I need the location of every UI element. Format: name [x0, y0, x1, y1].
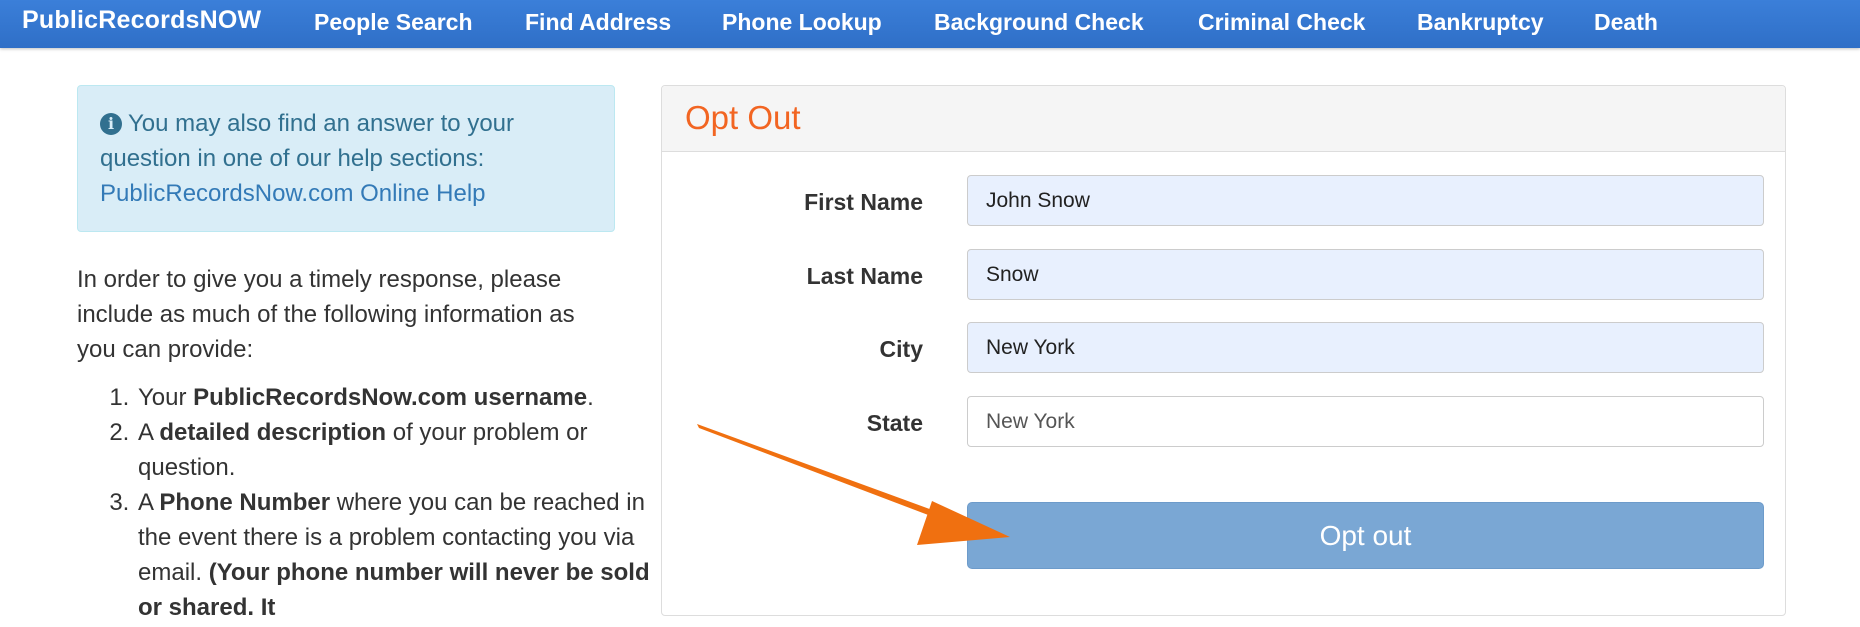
nav-death[interactable]: Death [1594, 9, 1658, 36]
nav-phone-lookup[interactable]: Phone Lookup [722, 9, 882, 36]
help-info-alert: i You may also find an answer to your que… [77, 85, 615, 232]
last-name-field[interactable] [967, 249, 1764, 300]
list-item: A Phone Number where you can be reached … [136, 485, 676, 625]
intro-paragraph: In order to give you a timely response, … [77, 266, 575, 363]
first-name-field[interactable] [967, 175, 1764, 226]
nav-find-address[interactable]: Find Address [525, 9, 671, 36]
nav-background-check[interactable]: Background Check [934, 9, 1144, 36]
nav-people-search[interactable]: People Search [314, 9, 473, 36]
city-field[interactable] [967, 322, 1764, 373]
online-help-link[interactable]: PublicRecordsNow.com Online Help [100, 180, 486, 207]
state-field[interactable] [967, 396, 1764, 447]
city-label: City [879, 336, 923, 362]
opt-out-panel: Opt Out First Name Last Name City State … [661, 85, 1786, 616]
panel-title: Opt Out [685, 99, 801, 136]
opt-out-button[interactable]: Opt out [967, 502, 1764, 569]
list-item: Your PublicRecordsNow.com username. [136, 380, 676, 415]
panel-heading: Opt Out [662, 86, 1785, 152]
last-name-label: Last Name [806, 263, 923, 289]
help-text: You may also find an answer to your ques… [100, 110, 515, 172]
top-navbar: PublicRecordsNOW People Search Find Addr… [0, 0, 1860, 48]
brand-logo[interactable]: PublicRecordsNOW [22, 6, 261, 35]
list-item: A detailed description of your problem o… [136, 415, 676, 485]
state-label: State [866, 410, 923, 436]
info-circle-icon: i [100, 113, 122, 135]
info-steps-list: Your PublicRecordsNow.com username. A de… [77, 380, 676, 625]
nav-bankruptcy[interactable]: Bankruptcy [1417, 9, 1544, 36]
nav-criminal-check[interactable]: Criminal Check [1198, 9, 1365, 36]
first-name-label: First Name [804, 189, 923, 215]
